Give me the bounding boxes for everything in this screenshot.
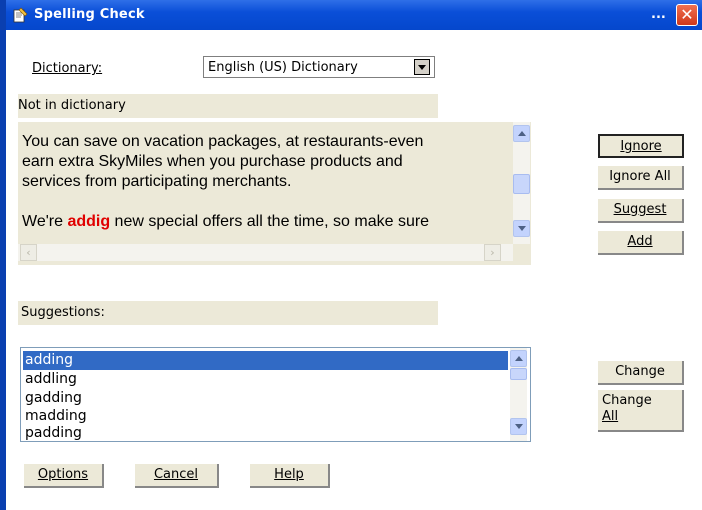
not-in-dictionary-textbox[interactable]: You can save on vacation packages, at re… xyxy=(18,122,531,265)
help-button[interactable]: Help xyxy=(250,464,330,488)
ignore-all-button-label: Ignore All xyxy=(609,169,671,184)
suggest-button-label: Suggest xyxy=(613,202,667,217)
dictionary-label-text: Dictionary: xyxy=(32,61,103,76)
window-left-border xyxy=(0,0,6,510)
options-button-label: Options xyxy=(37,467,89,482)
options-button[interactable]: Options xyxy=(24,464,104,488)
ignore-button[interactable]: Ignore xyxy=(598,134,684,158)
cancel-button[interactable]: Cancel xyxy=(135,464,219,488)
suggestions-scrollbar[interactable] xyxy=(510,348,527,441)
dictionary-value: English (US) Dictionary xyxy=(208,60,358,75)
ignore-all-button[interactable]: Ignore All xyxy=(598,166,684,190)
scroll-thumb[interactable] xyxy=(510,368,527,380)
not-in-dictionary-label: Not in dictionary xyxy=(18,98,126,113)
text-horizontal-scrollbar[interactable]: ‹ › xyxy=(18,244,513,261)
context-line: services from participating merchants. xyxy=(22,173,292,190)
suggestions-header: Suggestions: xyxy=(18,301,438,325)
list-item[interactable]: padding xyxy=(23,424,508,441)
title-ellipsis: ... xyxy=(651,7,666,22)
chevron-down-icon[interactable] xyxy=(414,59,430,75)
scroll-up-button[interactable] xyxy=(513,125,530,142)
scroll-left-button[interactable]: ‹ xyxy=(20,244,37,261)
context-line: earn extra SkyMiles when you purchase pr… xyxy=(22,153,403,170)
dictionary-dropdown[interactable]: English (US) Dictionary xyxy=(203,56,435,78)
close-icon: ✕ xyxy=(680,5,694,24)
context-fragment: We're xyxy=(22,213,68,230)
scroll-down-button[interactable] xyxy=(510,418,527,435)
change-button[interactable]: Change xyxy=(598,361,684,385)
ignore-button-label: Ignore xyxy=(620,139,662,154)
scroll-thumb[interactable] xyxy=(513,174,530,194)
title-bar[interactable]: Spelling Check ... ✕ xyxy=(6,0,702,30)
suggestions-list[interactable]: adding addling gadding madding padding xyxy=(20,347,531,442)
context-text: You can save on vacation packages, at re… xyxy=(22,132,507,232)
context-line-blank xyxy=(22,192,507,212)
add-button-label: Add xyxy=(627,234,653,249)
dictionary-label: Dictionary: xyxy=(32,61,102,76)
not-in-dictionary-header: Not in dictionary xyxy=(18,94,438,118)
context-line: You can save on vacation packages, at re… xyxy=(22,133,424,150)
text-vertical-scrollbar[interactable] xyxy=(513,122,530,244)
window-title: Spelling Check xyxy=(34,7,145,22)
context-fragment: new special offers all the time, so make… xyxy=(110,213,430,230)
change-all-button[interactable]: Change All xyxy=(598,390,684,432)
list-item[interactable]: addling xyxy=(23,370,508,389)
spelling-check-dialog: Spelling Check ... ✕ Dictionary: English… xyxy=(0,0,702,510)
list-item[interactable]: gadding xyxy=(23,389,508,408)
scroll-up-button[interactable] xyxy=(510,350,527,367)
help-button-label: Help xyxy=(274,467,304,482)
add-button[interactable]: Add xyxy=(598,231,684,255)
suggestions-label: Suggestions: xyxy=(21,305,105,320)
misspelled-word: addig xyxy=(67,213,111,230)
cancel-button-label: Cancel xyxy=(153,467,199,482)
change-all-label-line2: All xyxy=(602,409,619,424)
context-line: We're addig new special offers all the t… xyxy=(22,212,507,232)
document-pen-icon xyxy=(13,7,28,23)
list-item[interactable]: adding xyxy=(23,351,508,370)
scroll-down-button[interactable] xyxy=(513,220,530,237)
change-button-label: Change xyxy=(615,364,665,379)
close-button[interactable]: ✕ xyxy=(676,4,698,26)
change-all-label-line1: Change xyxy=(602,393,652,408)
suggest-button[interactable]: Suggest xyxy=(598,199,684,223)
scroll-right-button[interactable]: › xyxy=(484,244,501,261)
